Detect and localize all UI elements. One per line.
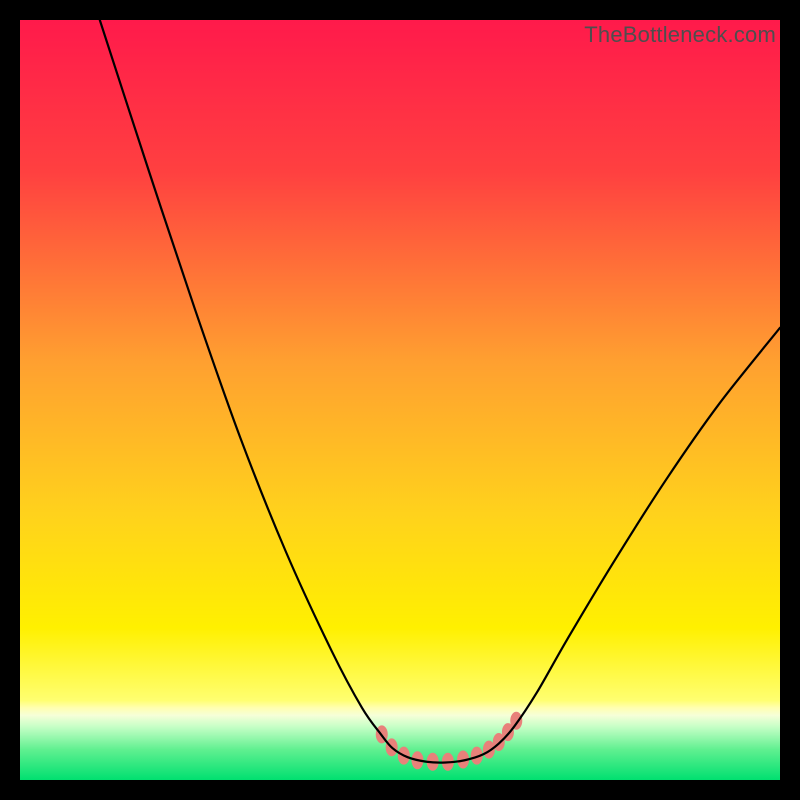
- watermark-text: TheBottleneck.com: [584, 22, 776, 48]
- marker-dot: [510, 712, 522, 730]
- chart-frame: TheBottleneck.com: [20, 20, 780, 780]
- gradient-bg: [20, 20, 780, 780]
- chart-svg: [20, 20, 780, 780]
